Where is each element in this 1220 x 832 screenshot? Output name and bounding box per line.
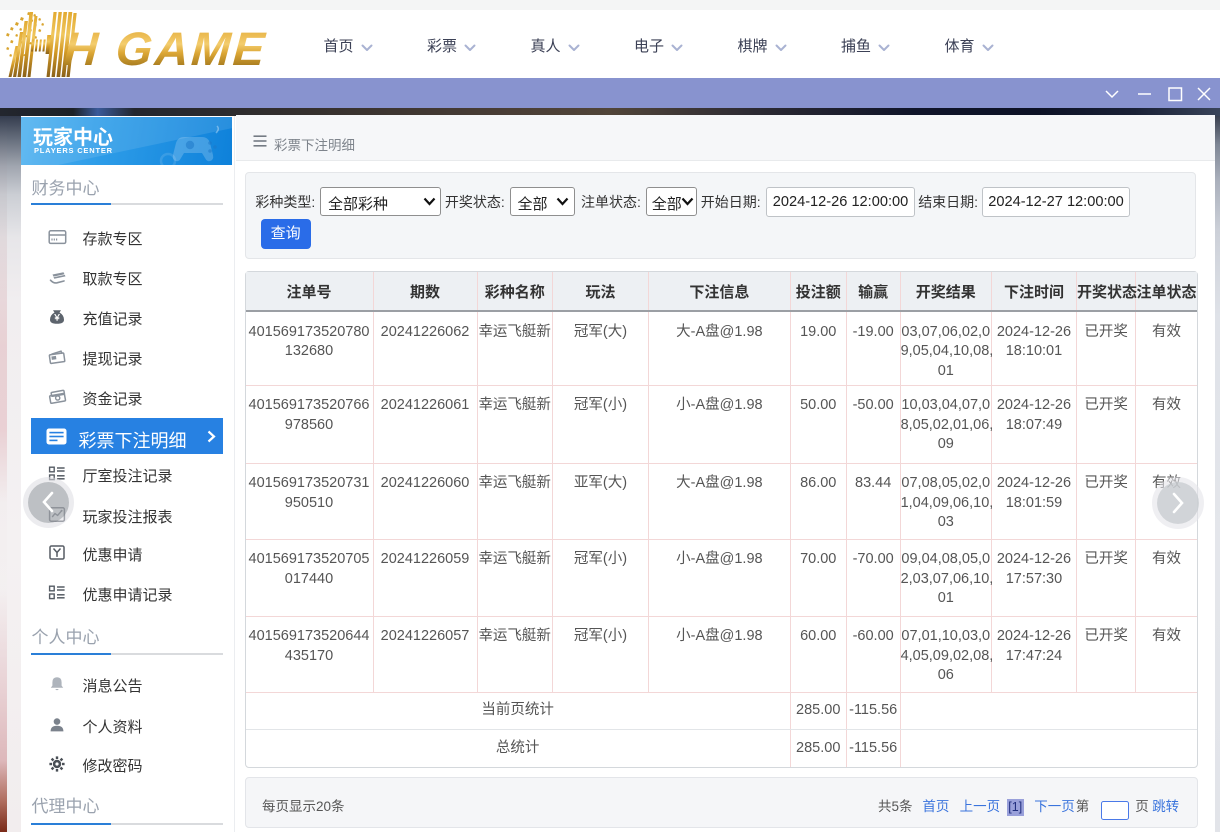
svg-text:￥: ￥: [53, 313, 61, 323]
